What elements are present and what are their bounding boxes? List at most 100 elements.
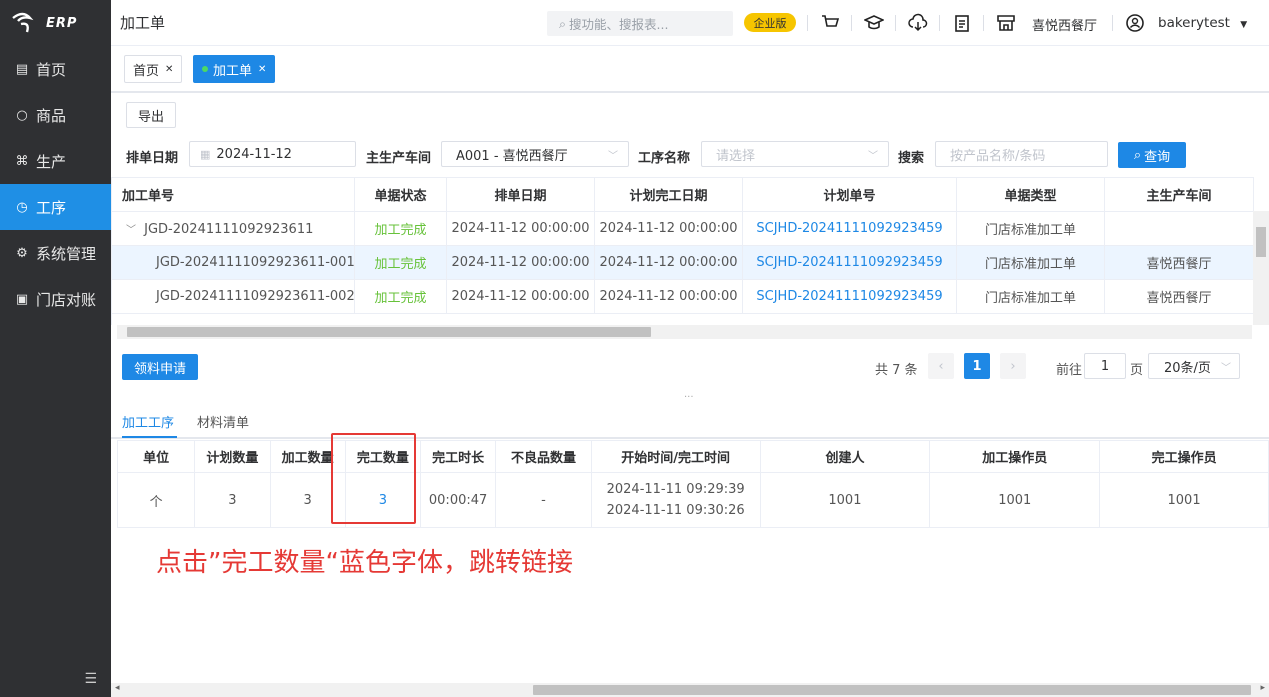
sidebar-item-label: 系统管理 [36,244,97,263]
col-header[interactable]: 单据状态 [354,177,447,212]
scroll-left-icon[interactable]: ◂ [115,683,120,693]
tab-label: 加工单 [213,63,253,79]
scrollbar-thumb[interactable] [533,685,1251,695]
sidebar-item-reconcile[interactable]: ▣ 门店对账 [0,276,111,322]
start-time: 2024-11-11 09:29:39 [606,482,745,497]
divider [851,15,852,31]
operator-cell: 1001 [929,472,1101,528]
date-cell: 2024-11-12 00:00:00 [446,245,595,280]
chevron-down-icon[interactable]: ﹀ [126,225,136,236]
workshop-cell: 喜悦西餐厅 [1104,245,1254,280]
page-horizontal-scrollbar[interactable]: ◂ ▸ [111,683,1269,697]
scrollbar-thumb[interactable] [127,327,651,337]
table-row[interactable]: ﹀ JGD-20241111092923611 加工完成 2024-11-12 … [111,211,1254,246]
process-name-label: 工序名称 [638,151,691,166]
divider [939,15,940,31]
clipped-row [111,313,1253,325]
drag-handle-icon[interactable]: ··· [684,392,694,403]
col-header[interactable]: 创建人 [759,440,931,473]
duration-cell: 00:00:47 [419,472,497,528]
close-icon[interactable]: ✕ [165,64,173,75]
next-page-button[interactable]: › [1000,353,1026,379]
user-name: bakerytest [1158,15,1230,31]
prev-page-button[interactable]: ‹ [928,353,954,379]
plan-no-link[interactable]: SCJHD-20241111092923459 [742,245,957,280]
scrollbar-thumb[interactable] [1256,227,1266,257]
plan-no-link[interactable]: SCJHD-20241111092923459 [742,211,957,246]
table-row[interactable]: 个 3 3 3 00:00:47 - 2024-11-11 09:29:39 2… [116,472,1269,528]
col-header[interactable]: 单据类型 [956,177,1105,212]
col-header[interactable]: 加工单号 [111,177,355,212]
logo-icon [12,12,34,33]
product-search-input[interactable]: 按产品名称/条码 [935,141,1108,167]
schedule-date-input[interactable]: ▦ 2024-11-12 [189,141,356,167]
logo[interactable]: ERP [0,0,111,46]
plan-no-link[interactable]: SCJHD-20241111092923459 [742,279,957,314]
divider [807,15,808,31]
divider [895,15,896,31]
tab-processing-order[interactable]: 加工单 ✕ [193,55,276,83]
workshop-cell: 喜悦西餐厅 [1104,279,1254,314]
col-header[interactable]: 计划数量 [194,440,271,473]
date-cell: 2024-11-12 00:00:00 [446,211,595,246]
col-header[interactable]: 完工操作员 [1099,440,1269,473]
sidebar-item-production[interactable]: ⌘ 生产 [0,138,111,184]
tab-home[interactable]: 首页 ✕ [124,55,183,83]
tab-processing-steps[interactable]: 加工工序 [122,412,174,431]
store-name[interactable]: 喜悦西餐厅 [1032,15,1097,34]
collapse-menu-icon[interactable]: ☰ [84,671,97,687]
col-header[interactable]: 开始时间/完工时间 [590,440,761,473]
table-horizontal-scrollbar[interactable] [117,325,1252,339]
store-icon[interactable] [994,11,1018,35]
divider [983,15,984,31]
schedule-date-value: 2024-11-12 [216,146,292,162]
col-header[interactable]: 不良品数量 [495,440,592,473]
col-header[interactable]: 完工时长 [419,440,497,473]
user-avatar-icon[interactable] [1123,11,1147,35]
command-icon: ⌘ [15,153,29,169]
export-button[interactable]: 导出 [126,102,176,128]
date-cell: 2024-11-12 00:00:00 [446,279,595,314]
material-request-button[interactable]: 领料申请 [122,354,198,380]
col-header[interactable]: 排单日期 [446,177,595,212]
type-cell: 门店标准加工单 [956,245,1105,280]
caret-down-icon: ▼ [1240,20,1248,30]
close-icon[interactable]: ✕ [258,64,266,75]
cloud-download-icon[interactable] [906,11,930,35]
process-name-select[interactable]: 请选择 ﹀ [701,141,889,167]
clipboard-icon[interactable] [950,11,974,35]
user-menu[interactable]: bakerytest ▼ [1158,15,1247,31]
tab-material-list[interactable]: 材料清单 [197,412,249,431]
edition-badge[interactable]: 企业版 [744,13,796,32]
table-row[interactable]: JGD-20241111092923611-001 加工完成 2024-11-1… [111,245,1254,280]
sidebar-item-goods[interactable]: ○ 商品 [0,92,111,138]
processing-steps-table: 单位 计划数量 加工数量 完工数量 完工时长 不良品数量 开始时间/完工时间 创… [116,440,1269,528]
query-button[interactable]: ⌕ 查询 [1118,142,1186,168]
scroll-right-icon[interactable]: ▸ [1260,683,1265,693]
page-size-select[interactable]: 20条/页 ﹀ [1148,353,1240,379]
order-no-cell[interactable]: ﹀ JGD-20241111092923611 [111,211,355,246]
sidebar-item-system[interactable]: ⚙ 系统管理 [0,230,111,276]
cart-icon[interactable] [818,11,842,35]
col-header[interactable]: 计划完工日期 [594,177,743,212]
col-header[interactable]: 单位 [116,440,196,473]
table-vertical-scrollbar[interactable] [1253,211,1269,325]
gear-icon: ⚙ [16,245,28,261]
col-header[interactable]: 主生产车间 [1104,177,1254,212]
order-no-cell: JGD-20241111092923611-002 [111,279,355,314]
annotation-text: 点击”完工数量“蓝色字体，跳转链接 [156,548,573,578]
global-search-input[interactable]: ⌕ 搜功能、搜报表... [547,11,733,36]
status-cell: 加工完成 [354,245,447,280]
sidebar-item-home[interactable]: ▤ 首页 [0,46,111,92]
page-number-button[interactable]: 1 [964,353,990,379]
col-header[interactable]: 加工操作员 [929,440,1101,473]
ledger-icon: ▣ [15,291,29,307]
search-label: 搜索 [898,151,925,166]
sidebar-item-process[interactable]: ◷ 工序 [0,184,111,230]
plan-done-cell: 2024-11-12 00:00:00 [594,279,743,314]
col-header[interactable]: 计划单号 [742,177,957,212]
graduation-cap-icon[interactable] [862,11,886,35]
goto-page-input[interactable]: 1 [1084,353,1126,379]
workshop-select[interactable]: A001 - 喜悦西餐厅 ﹀ [441,141,629,167]
table-row[interactable]: JGD-20241111092923611-002 加工完成 2024-11-1… [111,279,1254,314]
